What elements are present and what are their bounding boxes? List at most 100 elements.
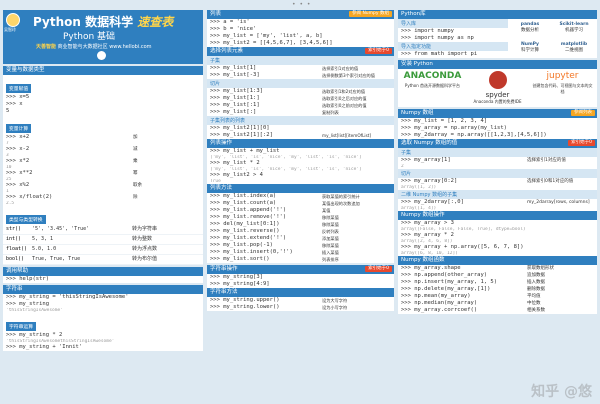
- code-annotation: 插入某值: [322, 250, 339, 255]
- type-function: bool(): [6, 256, 25, 262]
- section-header: 字符串操作 索引始于0: [207, 265, 394, 274]
- section-help: 调用帮助 >>> help(str): [3, 267, 203, 283]
- code-row: >>> my_array[1] 选择索引1对应的值: [398, 157, 597, 164]
- code-line: 5: [6, 108, 10, 114]
- code-row: >>> x*2 乘: [3, 158, 203, 165]
- code-annotation: 设为大写字符: [322, 298, 348, 303]
- code-line: >>> my_list.remove('!'): [210, 214, 287, 220]
- code-row: >>> my_array[0:2] 选择索引0和1对应的值: [398, 178, 597, 185]
- library-logo: pandas 数据分析: [508, 19, 552, 39]
- code-output: 'thisStringIsAwesome': [6, 308, 63, 313]
- code-row: >>> x/float(2) 除: [3, 194, 203, 201]
- code-row: >>> my_list[1:] 选取索引0之后对应的值: [207, 95, 394, 102]
- code-line: >>> my_array = np.array(my_list): [401, 125, 507, 131]
- install-option: ANACONDA Python 首选开源数据科学平台: [402, 71, 464, 105]
- section-header: 安装 Python: [398, 60, 597, 69]
- code-line: >>> np.delete(my_array,[1]): [401, 286, 491, 292]
- code-row: >>> my_list.append('!') 某值: [207, 207, 394, 214]
- code-line: >>> my_array * 2: [401, 232, 454, 238]
- section-strings: 字符串 >>> my_string = 'thisStringIsAwesome…: [3, 285, 203, 351]
- section-header: 字符串: [3, 285, 203, 294]
- code-line: >>> my_list.insert(0,'!'): [210, 249, 293, 255]
- see-also-badge[interactable]: 参阅列表: [571, 110, 595, 116]
- code-line: >>> my_string.upper(): [210, 297, 280, 303]
- index-badge[interactable]: 索引始于0: [365, 266, 392, 272]
- code-annotation: 某值出现的次数追加: [322, 201, 360, 206]
- numpy-rows: >>> my_2darray[:,0] my_2darray[rows, colu…: [398, 199, 597, 211]
- code-row: >>> my_list[:] 复制列表: [207, 109, 394, 116]
- library-logo: NumPy 科学计算: [508, 39, 552, 59]
- index-badge[interactable]: 索引始于0: [568, 140, 595, 146]
- numpy-rows: >>> my_array[1] 选择索引1对应的值 2: [398, 157, 597, 169]
- type-row: int() 5, 3, 1 转为整数: [3, 235, 203, 245]
- window-dots[interactable]: • • •: [292, 1, 311, 8]
- code-line: >>> my_list[-3]: [210, 72, 260, 78]
- header-banner: 吴智玲 Python 数据科学 速查表 Python 基础 天善智能 商业智能与…: [3, 10, 203, 64]
- calc-block: >>> x+2 加 7 >>> x-2 减 3 >>> x*2 乘 10 >>> x**2 幂 25 >…: [3, 134, 203, 206]
- title-italic: 速查表: [137, 15, 174, 29]
- subsection-header: Numpy 数组函数: [398, 256, 597, 265]
- type-values: '5', '3.45', 'True': [32, 226, 90, 232]
- code-line: >>> my_string[4:9]: [210, 281, 270, 287]
- type-values: 5, 3, 1: [32, 236, 54, 242]
- sub-label: 子集: [398, 148, 597, 157]
- code-annotation: 追加数据: [527, 273, 545, 278]
- code-line: >>> my_string[3]: [210, 274, 263, 280]
- code-line: >>> my_string * 2: [6, 332, 63, 338]
- code-annotation: 选取索引0之前对应的值: [322, 103, 367, 108]
- code-row: >>> my_list.sort() 列表排序: [207, 256, 394, 263]
- install-name: spyder: [485, 91, 510, 99]
- code-annotation: 选择索引1对应的值: [527, 158, 566, 163]
- library-logo: Scikit-learn 机器学习: [552, 19, 596, 39]
- import-code: >>> import numpy >>> import numpy as np: [398, 28, 508, 42]
- section-header: 调用帮助: [3, 267, 203, 276]
- code-annotation: my_2darray[rows, columns]: [527, 200, 590, 205]
- code-line: >>> my_list[1:]: [210, 95, 260, 101]
- install-desc: Anaconda 内置的免费IDE: [473, 99, 522, 104]
- code-line: >>> my_list2[1][0]: [210, 125, 270, 131]
- code-row: >>> np.append(other_array) 追加数据: [398, 272, 597, 279]
- sub-label: 二维 Numpy 数组的子集: [398, 190, 597, 199]
- code-row: >>> x%2 取余: [3, 182, 203, 189]
- code-row: >>> x-2 减: [3, 146, 203, 153]
- code-annotation: 相关系数: [527, 308, 545, 313]
- code-annotation: 删除数据: [527, 287, 545, 292]
- code-line: >>> my_list.sort(): [210, 256, 270, 262]
- code-line: >>> my_list[:]: [210, 109, 257, 115]
- code-annotation: 中位数: [527, 301, 541, 306]
- code-line: >>> my_list = [1, 2, 3, 4]: [401, 118, 488, 124]
- assign-code-block: >>> x=5 >>> x5: [3, 94, 203, 115]
- code-annotation: 获取数组形状: [527, 266, 554, 271]
- org-name: 天善智能: [36, 44, 57, 50]
- code-annotation: 幂: [133, 171, 138, 176]
- code-row: >>> my_list[-3] 选择倒数第3个索引对应的值: [207, 72, 394, 79]
- see-also-badge[interactable]: 参阅 Numpy 数组: [349, 11, 392, 17]
- type-function: str(): [6, 226, 22, 232]
- code-row: >>> my_list[1] 选择索引1对应的值: [207, 65, 394, 72]
- code-line: >>> my_list.pop(-1): [210, 242, 273, 248]
- code-line: >>> my_list.reverse(): [210, 228, 280, 234]
- install-option: spyder Anaconda 内置的免费IDE: [467, 71, 529, 105]
- org-desc: 商业智能与大数据社区 www.hellobi.com: [56, 44, 152, 50]
- type-values: True, True, True: [32, 256, 81, 262]
- list-code-block: >>> a = 'is' >>> b = 'nice' >>> my_list = …: [207, 19, 394, 47]
- code-annotation: 设为小写字符: [322, 305, 348, 310]
- code-line: >>> my_2darray = np.array([[1,2,3],[4,5,…: [401, 132, 547, 138]
- code-line: >>> my_list.append('!'): [210, 207, 287, 213]
- watermark: 知乎 @悠: [531, 384, 592, 400]
- import-block: 导入库 >>> import numpy >>> import numpy as …: [398, 19, 508, 58]
- code-line: >>> my_string + 'Innit': [6, 344, 83, 350]
- type-row: float() 5.0, 1.0 转为浮点数: [3, 245, 203, 255]
- code-line: >>> b = 'nice': [210, 26, 257, 32]
- code-annotation: 移除某值: [322, 215, 339, 220]
- code-line: >>> np.mean(my_array): [401, 293, 471, 299]
- section-header: 变量与数据类型: [3, 66, 203, 75]
- subsection-title: 变量赋值: [6, 84, 32, 93]
- code-line: >>> my_array + np.array([5, 6, 7, 8]): [401, 244, 524, 250]
- code-line: >>> my_list.index(a): [210, 193, 277, 199]
- code-line: >>> x*2: [6, 158, 30, 164]
- code-line: >>> a = 'is': [210, 19, 250, 25]
- index-badge[interactable]: 索引始于0: [365, 48, 392, 54]
- install-desc: Python 首选开源数据科学平台: [404, 83, 461, 88]
- code-annotation: 加: [133, 135, 138, 140]
